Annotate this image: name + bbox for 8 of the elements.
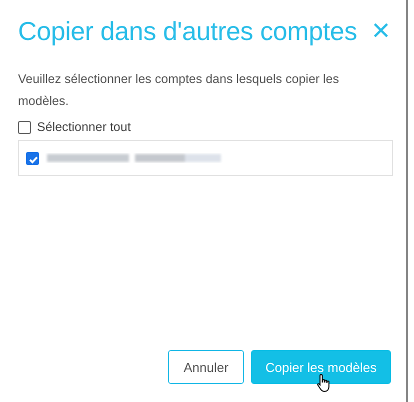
hand-cursor-icon (316, 373, 332, 393)
dialog-title: Copier dans d'autres comptes (18, 16, 357, 46)
close-button[interactable]: ✕ (370, 19, 391, 43)
instructions-text: Veuillez sélectionner les comptes dans lesquels copier les modèles. (18, 71, 340, 110)
select-all-label: Sélectionner tout (37, 120, 131, 134)
select-all-checkbox[interactable] (18, 120, 31, 134)
cancel-button[interactable]: Annuler (168, 350, 244, 384)
account-checkbox[interactable] (26, 152, 39, 164)
